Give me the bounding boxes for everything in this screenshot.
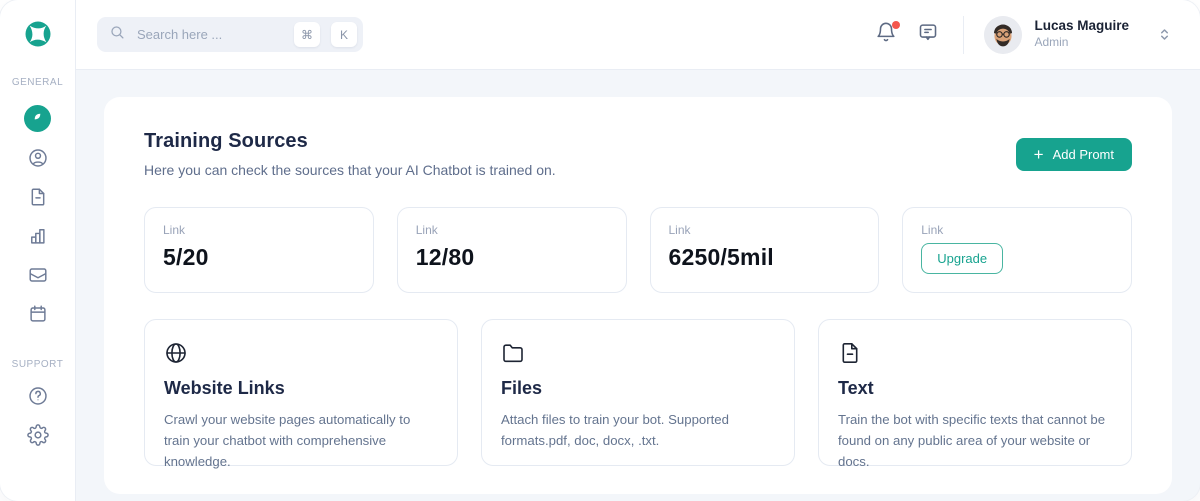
calendar-icon: [27, 303, 49, 330]
panel-header: Training Sources Here you can check the …: [144, 130, 1132, 178]
feature-description: Attach files to train your bot. Supporte…: [501, 409, 774, 451]
stat-label: Link: [921, 223, 1113, 237]
sidebar-item-analytics[interactable]: [24, 227, 51, 249]
leaf-icon: [30, 109, 45, 129]
stat-card-link-3: Link 6250/5mil: [650, 207, 880, 293]
shortcut-k-badge: K: [331, 22, 357, 47]
stat-cards-row: Link 5/20 Link 12/80 Link 6250/5mil Link…: [144, 207, 1132, 293]
feature-card-website-links[interactable]: Website Links Crawl your website pages a…: [144, 319, 458, 466]
stat-label: Link: [163, 223, 355, 237]
sidebar-nav-support: [24, 387, 51, 448]
feature-cards-row: Website Links Crawl your website pages a…: [144, 319, 1132, 466]
search-icon: [109, 24, 126, 46]
feature-description: Crawl your website pages automatically t…: [164, 409, 437, 472]
upgrade-button[interactable]: Upgrade: [921, 243, 1003, 274]
document-icon: [27, 186, 49, 213]
stat-label: Link: [416, 223, 608, 237]
search-input[interactable]: [135, 26, 283, 43]
user-info: Lucas Maguire Admin: [1034, 18, 1129, 50]
search-box[interactable]: ⌘ K: [97, 17, 363, 52]
header-divider: [963, 16, 964, 54]
stat-value: 5/20: [163, 244, 355, 271]
top-bar: ⌘ K: [76, 0, 1200, 70]
folder-icon: [501, 341, 774, 365]
stat-card-link-1: Link 5/20: [144, 207, 374, 293]
sidebar: GENERAL: [0, 0, 76, 501]
sidebar-item-inbox[interactable]: [24, 266, 51, 288]
mail-icon: [27, 264, 49, 291]
sidebar-section-general-label: GENERAL: [12, 77, 63, 88]
feature-card-text[interactable]: Text Train the bot with specific texts t…: [818, 319, 1132, 466]
page-title: Training Sources: [144, 130, 556, 153]
globe-icon: [164, 341, 437, 365]
sidebar-item-help[interactable]: [24, 387, 51, 409]
sidebar-nav-general: [24, 105, 51, 327]
help-icon: [27, 385, 49, 412]
add-prompt-button[interactable]: + Add Promt: [1016, 138, 1132, 171]
brand-logo[interactable]: [23, 19, 53, 49]
user-icon: [27, 147, 49, 174]
header-actions: Lucas Maguire Admin: [873, 16, 1174, 54]
notifications-button[interactable]: [873, 22, 899, 48]
sidebar-item-documents[interactable]: [24, 188, 51, 210]
sidebar-item-calendar[interactable]: [24, 305, 51, 327]
gear-icon: [27, 424, 49, 451]
plus-icon: +: [1034, 146, 1044, 163]
feature-description: Train the bot with specific texts that c…: [838, 409, 1111, 472]
stat-card-link-2: Link 12/80: [397, 207, 627, 293]
stat-label: Link: [669, 223, 861, 237]
stat-value: 12/80: [416, 244, 608, 271]
messages-button[interactable]: [915, 22, 941, 48]
user-menu[interactable]: Lucas Maguire Admin: [984, 16, 1174, 54]
app-window: GENERAL: [0, 0, 1200, 501]
add-prompt-button-label: Add Promt: [1053, 147, 1114, 162]
training-sources-panel: Training Sources Here you can check the …: [104, 97, 1172, 494]
user-role: Admin: [1034, 35, 1129, 51]
panel-header-text: Training Sources Here you can check the …: [144, 130, 556, 178]
sidebar-item-dashboard[interactable]: [24, 105, 51, 132]
content-area: Training Sources Here you can check the …: [76, 71, 1200, 501]
page-subtitle: Here you can check the sources that your…: [144, 162, 556, 178]
avatar: [984, 16, 1022, 54]
user-name: Lucas Maguire: [1034, 18, 1129, 35]
feature-title: Website Links: [164, 378, 437, 399]
feature-title: Text: [838, 378, 1111, 399]
sidebar-item-account[interactable]: [24, 149, 51, 171]
sidebar-item-settings[interactable]: [24, 426, 51, 448]
shortcut-cmd-badge: ⌘: [294, 22, 320, 47]
message-icon: [917, 21, 939, 48]
sidebar-section-support-label: SUPPORT: [12, 359, 64, 370]
file-text-icon: [838, 341, 1111, 365]
stat-value: 6250/5mil: [669, 244, 861, 271]
bar-chart-icon: [27, 225, 49, 252]
feature-title: Files: [501, 378, 774, 399]
chevron-up-down-icon[interactable]: [1155, 25, 1174, 44]
notification-unread-dot: [892, 21, 900, 29]
compass-star-logo-icon: [23, 36, 53, 53]
stat-card-link-4: Link Upgrade: [902, 207, 1132, 293]
feature-card-files[interactable]: Files Attach files to train your bot. Su…: [481, 319, 795, 466]
